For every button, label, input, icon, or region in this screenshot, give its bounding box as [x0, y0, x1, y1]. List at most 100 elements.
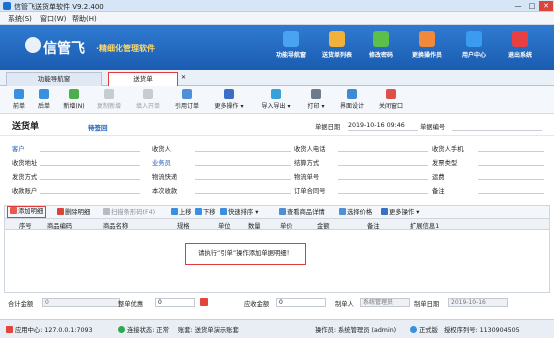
nav-delivery-list[interactable]: 送货单列表 — [314, 29, 360, 67]
receiver-phone-field[interactable] — [338, 151, 428, 152]
arrow-left-icon — [14, 89, 24, 99]
copy-icon — [104, 89, 114, 99]
this-receipt-field[interactable] — [195, 193, 291, 194]
prev-doc-button[interactable]: 前单 — [10, 88, 28, 112]
salesperson-label[interactable]: 业务员 — [152, 158, 171, 167]
logistics-field[interactable] — [195, 179, 291, 180]
col-ext-info: 扩展信息1 — [410, 223, 440, 230]
delete-detail-button[interactable]: 删除明细 — [57, 208, 90, 218]
creator-field: 系统管理员 — [360, 298, 410, 307]
menu-bar: 系统(S) 窗口(W) 帮助(H) — [0, 12, 554, 25]
settlement-field[interactable] — [338, 165, 428, 166]
col-unit: 单位 — [218, 223, 231, 230]
col-product-name: 商品名称 — [103, 223, 129, 230]
fill-order-button[interactable]: 填入开单 — [133, 88, 163, 112]
receipt-account-field[interactable] — [40, 193, 140, 194]
tracking-no-field[interactable] — [338, 179, 428, 180]
shipping-method-field[interactable] — [40, 179, 140, 180]
view-product-detail-button[interactable]: 查看商品详情 — [279, 208, 325, 218]
plus-icon — [69, 89, 79, 99]
tab-delivery-note[interactable]: 送货单 — [108, 72, 178, 86]
nav-function-window[interactable]: 功能导航窗 — [268, 29, 314, 67]
discount-calc-icon[interactable] — [200, 298, 208, 306]
import-export-icon — [271, 89, 281, 99]
menu-window[interactable]: 窗口(W) — [40, 14, 66, 24]
created-date-label: 制单日期 — [414, 301, 440, 308]
logo-icon — [25, 37, 41, 53]
close-button[interactable]: ✕ — [539, 1, 553, 11]
move-up-button[interactable]: 上移 — [171, 208, 192, 218]
print-button[interactable]: 打印 ▾ — [305, 88, 327, 112]
minimize-button[interactable]: — — [511, 1, 525, 11]
col-amount: 金额 — [317, 223, 330, 230]
nav-user-center[interactable]: 用户中心 — [451, 29, 497, 67]
reference-order-button[interactable]: 引用订单 — [172, 88, 202, 112]
receiver-label: 收货人 — [152, 146, 171, 153]
freight-field[interactable] — [478, 179, 544, 180]
next-doc-button[interactable]: 后单 — [35, 88, 53, 112]
discount-field[interactable]: 0 — [155, 298, 195, 307]
tab-function-window[interactable]: 功能导航窗 — [6, 72, 102, 86]
receiver-mobile-label: 收货人手机 — [432, 146, 464, 153]
date-label: 单据日期 — [315, 124, 341, 131]
user-icon — [419, 31, 435, 47]
copy-new-button[interactable]: 复制新增 — [94, 88, 124, 112]
summary-footer: 合计金额 0 整单优惠 0 应收金额 0 制单人 系统管理员 制单日期 2019… — [0, 293, 554, 319]
maximize-button[interactable]: □ — [525, 1, 539, 11]
title-bar: 信管飞送货单软件 V9.2.400 — □ ✕ — [0, 0, 554, 12]
nav-exit-system[interactable]: 退出系统 — [497, 29, 543, 67]
menu-help[interactable]: 帮助(H) — [72, 14, 97, 24]
invoice-type-label: 发票类型 — [432, 160, 458, 167]
new-button[interactable]: 新增(N) — [60, 88, 88, 112]
col-quantity: 数量 — [248, 223, 261, 230]
freight-label: 运费 — [432, 174, 445, 181]
quick-sort-button[interactable]: 快速排序 ▾ — [220, 208, 258, 218]
status-badge: 待签回 — [88, 124, 108, 132]
tab-close-icon[interactable]: ✕ — [181, 74, 186, 81]
grid-header: 序号 商品编码 商品名称 规格 单位 数量 单价 金额 备注 扩展信息1 — [5, 219, 549, 230]
nav-change-password[interactable]: 修改密码 — [358, 29, 404, 67]
receiver-phone-label: 收货人电话 — [294, 146, 326, 153]
operator-status: 操作员: 系统管理员 (admin) — [315, 327, 397, 334]
power-icon — [512, 31, 528, 47]
scan-barcode-button[interactable]: 扫描条形码(F4) — [103, 208, 155, 218]
settlement-label: 结算方式 — [294, 160, 320, 167]
close-window-button[interactable]: 关闭窗口 — [376, 88, 406, 112]
window-title: 信管飞送货单软件 V9.2.400 — [14, 3, 104, 11]
remark-label: 备注 — [432, 188, 445, 195]
doc-no-label: 单据编号 — [420, 124, 446, 131]
detail-more-actions-button[interactable]: 更多操作 ▾ — [381, 208, 419, 218]
tab-bar: 功能导航窗 送货单 ✕ — [0, 70, 554, 86]
select-price-button[interactable]: 选择价格 — [339, 208, 372, 218]
address-field[interactable] — [40, 165, 140, 166]
customer-label[interactable]: 客户 — [12, 144, 25, 153]
invoice-type-field[interactable] — [478, 165, 544, 166]
more-icon — [381, 208, 388, 215]
price-icon — [339, 208, 346, 215]
layout-design-button[interactable]: 界面设计 — [337, 88, 367, 112]
app-center-status: 应用中心: 127.0.0.1:7093 — [6, 325, 93, 334]
detail-grid[interactable]: 序号 商品编码 商品名称 规格 单位 数量 单价 金额 备注 扩展信息1 请执行… — [4, 219, 550, 293]
slogan: ·精细化管理软件 — [96, 44, 156, 53]
page-title: 送货单 — [12, 122, 40, 132]
more-actions-button[interactable]: 更多操作 ▾ — [211, 88, 247, 112]
remark-field[interactable] — [478, 193, 544, 194]
key-icon — [373, 31, 389, 47]
customer-field[interactable] — [40, 151, 140, 152]
salesperson-field[interactable] — [195, 165, 291, 166]
created-date-field: 2019-10-16 — [448, 298, 508, 307]
date-field[interactable]: 2019-10-16 09:46 — [348, 122, 405, 129]
import-export-button[interactable]: 导入导出 ▾ — [258, 88, 294, 112]
receivable-field[interactable]: 0 — [276, 298, 326, 307]
edition-status: 正式版 — [410, 325, 438, 334]
sort-icon — [220, 208, 227, 215]
receiver-mobile-field[interactable] — [478, 151, 544, 152]
col-product-code: 商品编码 — [47, 223, 73, 230]
receiver-field[interactable] — [195, 151, 291, 152]
contract-no-field[interactable] — [338, 193, 428, 194]
move-down-button[interactable]: 下移 — [195, 208, 216, 218]
total-label: 合计金额 — [8, 301, 34, 308]
menu-system[interactable]: 系统(S) — [8, 14, 32, 24]
add-detail-button[interactable]: 添加明细 — [7, 206, 47, 218]
nav-switch-operator[interactable]: 更换操作员 — [404, 29, 450, 67]
